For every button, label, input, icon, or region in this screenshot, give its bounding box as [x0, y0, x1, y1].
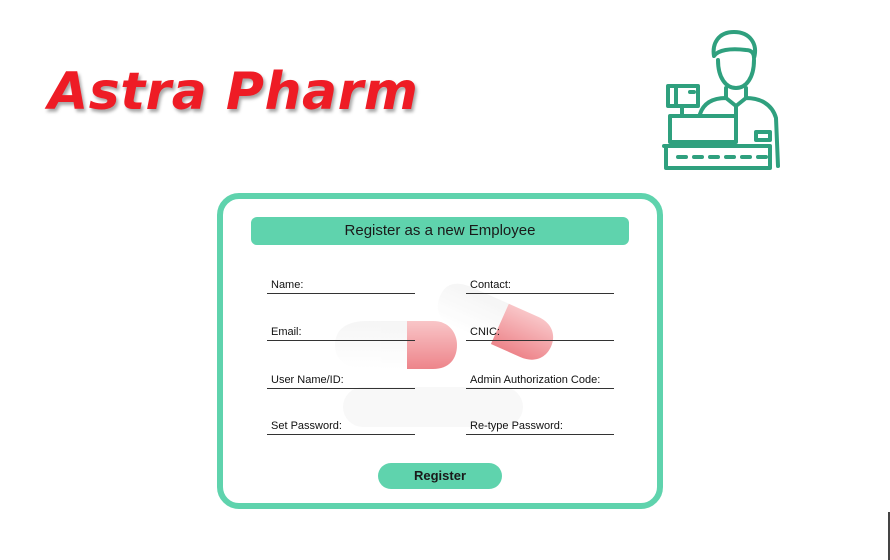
cnic-label: CNIC: [470, 326, 500, 338]
set-password-field[interactable]: Set Password: [267, 413, 415, 435]
cnic-underline [466, 340, 614, 341]
app-logo-text: Astra Pharm [48, 62, 419, 122]
admin-code-label: Admin Authorization Code: [470, 374, 601, 386]
name-label: Name: [271, 279, 304, 291]
retype-password-label: Re-type Password: [470, 420, 563, 432]
set-password-underline [267, 434, 415, 435]
admin-code-underline [466, 388, 614, 389]
username-field[interactable]: User Name/ID: [267, 367, 415, 389]
contact-underline [466, 293, 614, 294]
username-label: User Name/ID: [271, 374, 344, 386]
email-field[interactable]: Email: [267, 319, 415, 341]
form-title: Register as a new Employee [251, 217, 629, 245]
registration-form-card: Register as a new Employee Name: Contact… [217, 193, 663, 509]
admin-code-field[interactable]: Admin Authorization Code: [466, 367, 614, 389]
username-underline [267, 388, 415, 389]
email-underline [267, 340, 415, 341]
name-field[interactable]: Name: [267, 272, 415, 294]
contact-field[interactable]: Contact: [466, 272, 614, 294]
set-password-label: Set Password: [271, 420, 342, 432]
email-label: Email: [271, 326, 302, 338]
cnic-field[interactable]: CNIC: [466, 319, 614, 341]
contact-label: Contact: [470, 279, 511, 291]
name-underline [267, 293, 415, 294]
retype-password-field[interactable]: Re-type Password: [466, 413, 614, 435]
retype-password-underline [466, 434, 614, 435]
cashier-register-icon [662, 30, 780, 170]
register-button[interactable]: Register [378, 463, 502, 489]
